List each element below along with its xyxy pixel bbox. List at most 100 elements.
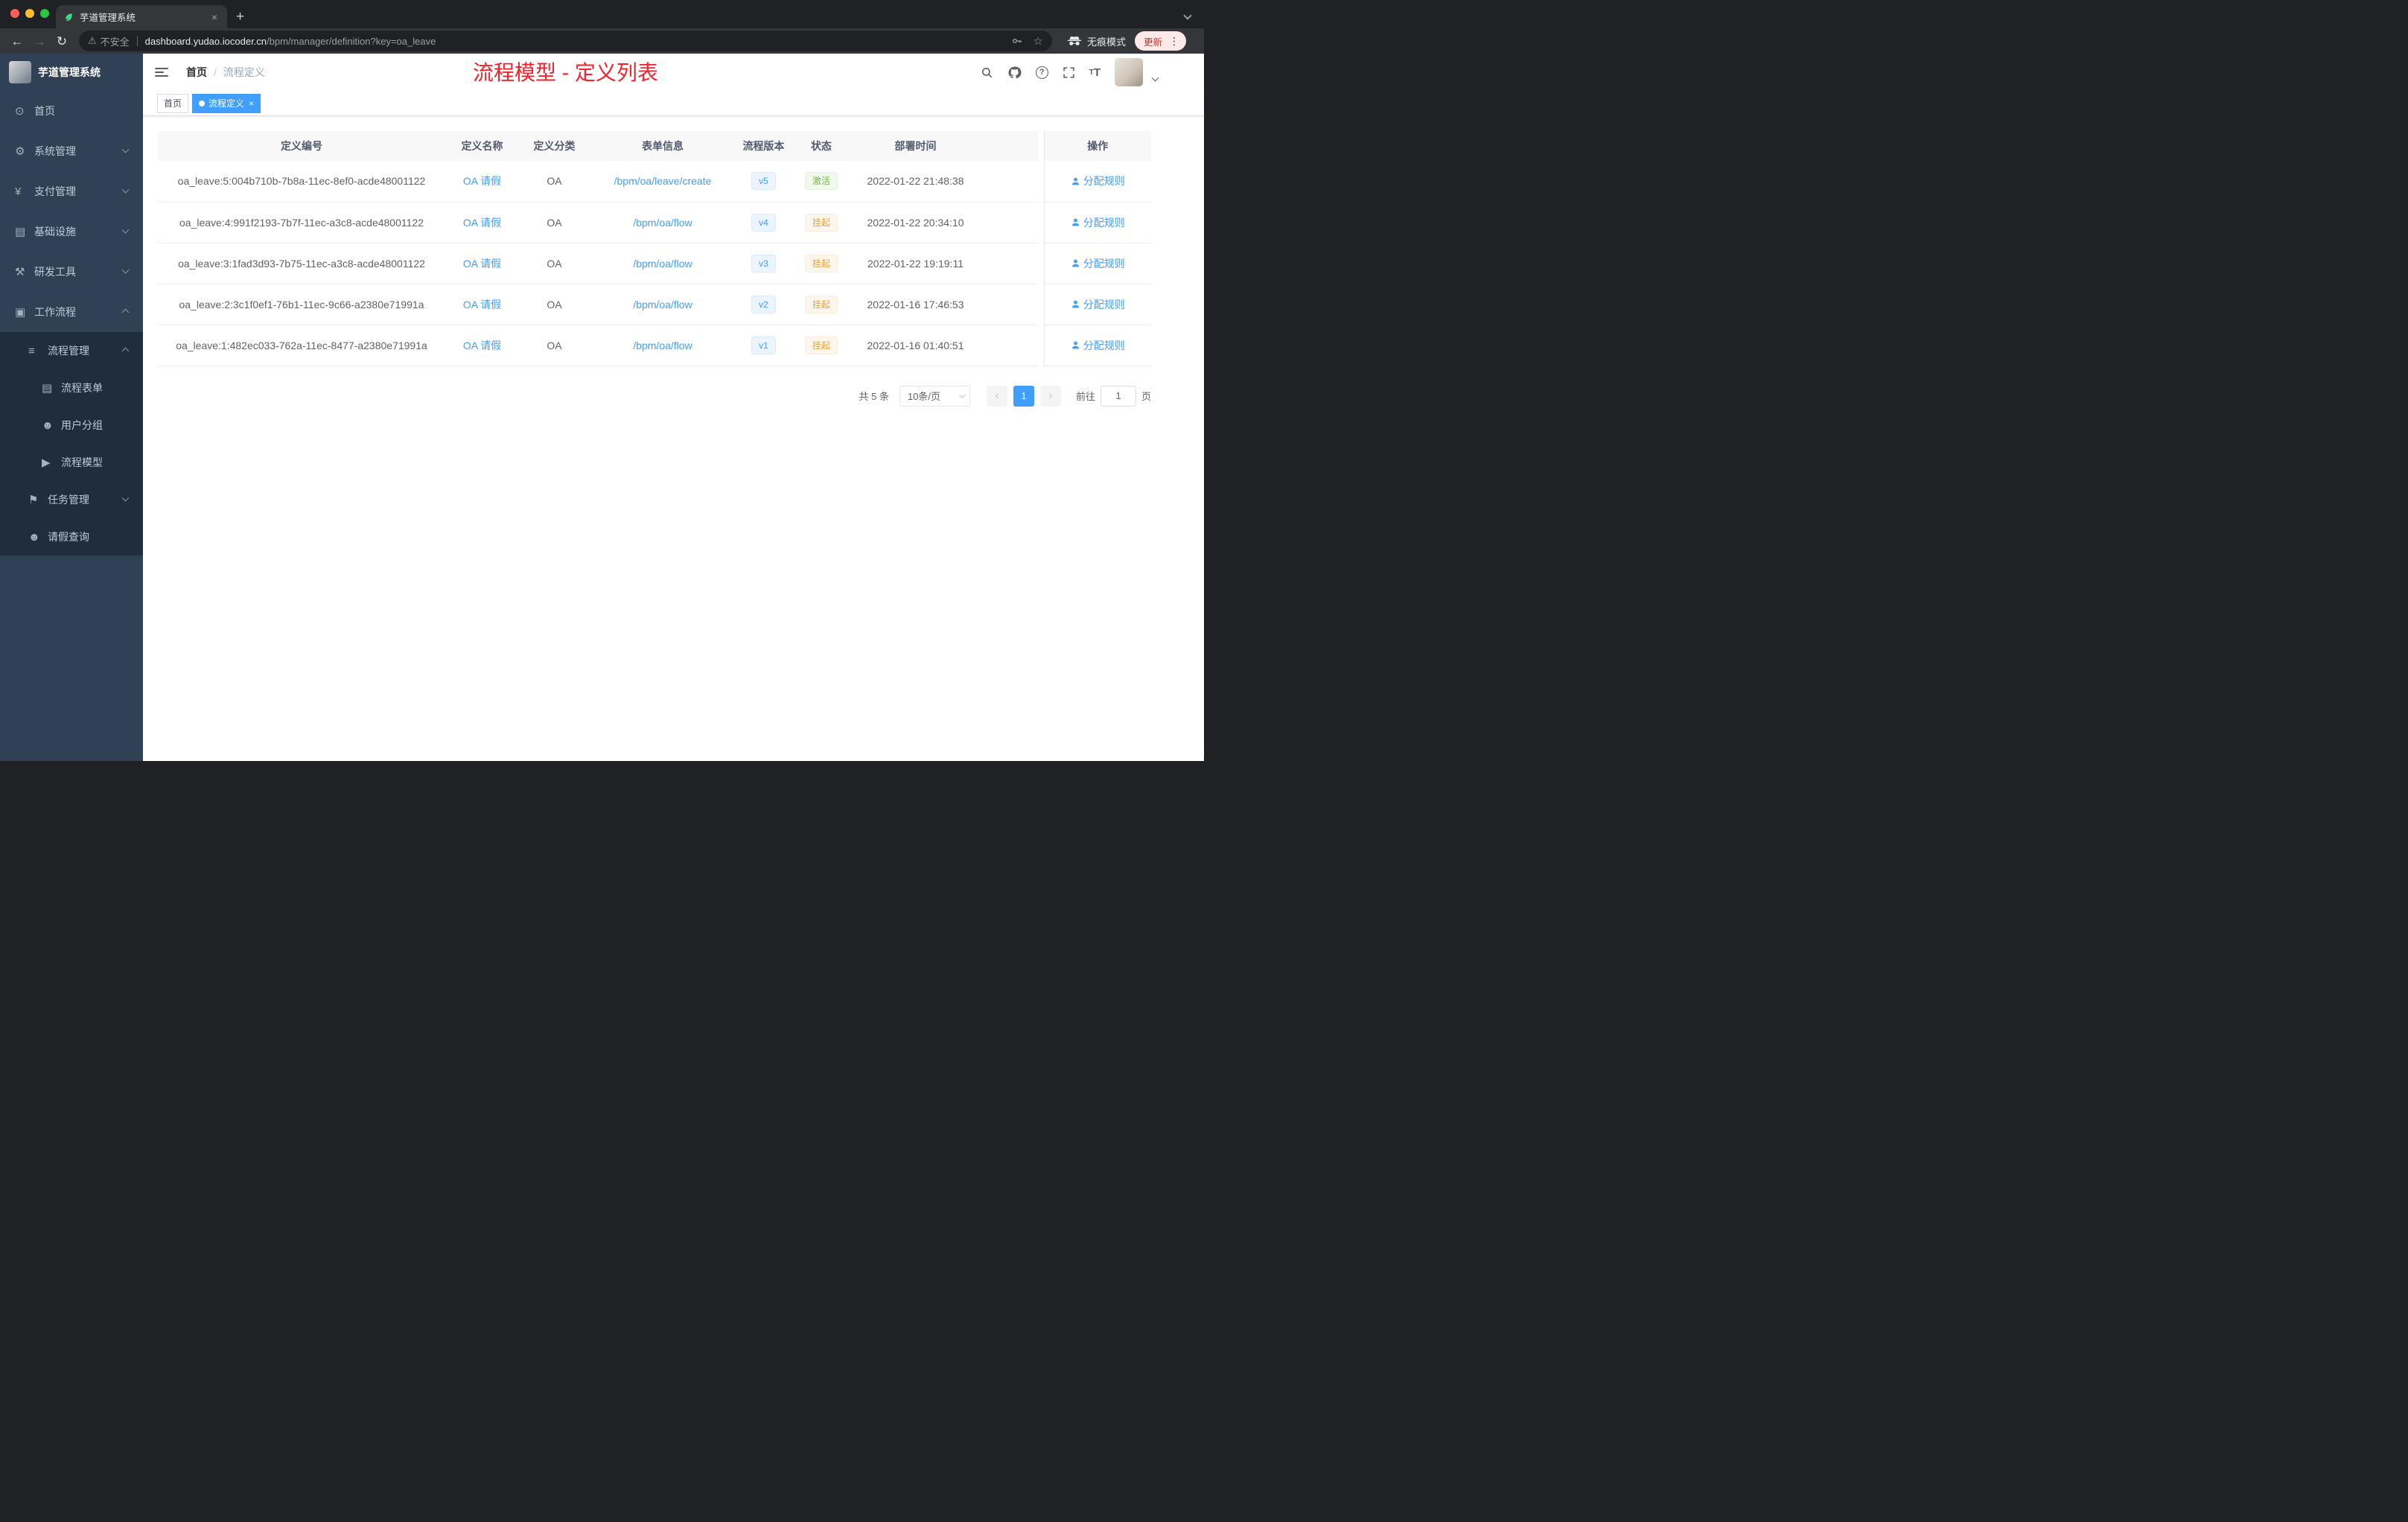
definition-name-link[interactable]: OA 请假 [463,258,501,270]
sidebar-item-user-group[interactable]: ☻ 用户分组 [0,407,143,444]
sidebar-item-payment[interactable]: ¥ 支付管理 [0,171,143,211]
chevron-up-icon [121,347,130,354]
tag-home[interactable]: 首页 [157,93,189,113]
logo-title: 芋道管理系统 [38,66,101,78]
sidebar-item-process-form[interactable]: ▤ 流程表单 [0,369,143,407]
browser-tab[interactable]: 芋道管理系统 × [56,5,227,28]
search-icon[interactable] [981,66,993,79]
person-icon [1071,177,1079,185]
pagination-total: 共 5 条 [859,391,889,402]
dashboard-icon: ⊙ [15,105,25,118]
deploy-time: 2022-01-16 01:40:51 [851,325,980,366]
reload-icon[interactable]: ↻ [51,35,73,48]
main-area: 首页 / 流程定义 流程模型 - 定义列表 ? T T 首页 流程定义 × 定义… [143,54,1204,761]
form-info-link[interactable]: /bpm/oa/leave/create [614,175,712,187]
col-definition-id: 定义编号 [158,131,445,161]
tag-close-icon[interactable]: × [249,98,254,109]
avatar[interactable] [1115,58,1143,86]
minimize-window-button[interactable] [25,9,34,18]
traffic-lights [10,9,49,18]
definition-name-link[interactable]: OA 请假 [463,299,501,311]
app-shell: 芋道管理系统 ⊙ 首页 ⚙ 系统管理 ¥ 支付管理 ▤ 基础设施 ⚒ 研发工具 … [0,54,1204,761]
form-info-link[interactable]: /bpm/oa/flow [633,299,692,311]
page-number-button[interactable]: 1 [1013,385,1034,407]
fixed-column-gap [1038,131,1044,161]
new-tab-button[interactable]: + [236,10,244,24]
back-icon[interactable]: ← [6,35,28,48]
next-page-button[interactable]: › [1039,385,1061,407]
password-key-icon[interactable] [1011,35,1023,47]
chrome-update-button[interactable]: 更新 ⋮ [1134,31,1186,51]
font-size-icon[interactable]: TT [1089,66,1101,79]
sidebar-item-infrastructure[interactable]: ▤ 基础设施 [0,211,143,252]
assign-rule-link[interactable]: 分配规则 [1071,338,1125,353]
flag-icon: ⚑ [28,494,39,506]
definition-category: OA [519,325,590,366]
bookmark-star-icon[interactable]: ☆ [1033,34,1043,48]
sidebar-item-task-manage[interactable]: ⚑ 任务管理 [0,481,143,518]
maximize-window-button[interactable] [40,9,49,18]
chevron-down-icon[interactable] [1183,11,1192,20]
sidebar-item-process-manage[interactable]: ≡ 流程管理 [0,332,143,369]
tag-process-definition[interactable]: 流程定义 × [192,93,261,113]
prev-page-button[interactable]: ‹ [986,385,1007,407]
navbar-tools: ? TT [981,58,1204,86]
person-icon: ☻ [28,530,40,544]
status-tag: 挂起 [804,336,838,354]
goto-page-input[interactable] [1100,385,1136,407]
deploy-time: 2022-01-22 20:34:10 [851,202,980,243]
gear-icon: ⚙ [15,145,25,158]
assign-rule-link[interactable]: 分配规则 [1071,297,1125,312]
form-info-link[interactable]: /bpm/oa/flow [633,217,692,229]
sidebar-item-workflow[interactable]: ▣ 工作流程 [0,292,143,332]
sidebar-item-leave-query[interactable]: ☻ 请假查询 [0,518,143,555]
sidebar-logo[interactable]: 芋道管理系统 [0,54,143,91]
security-label[interactable]: 不安全 [101,34,130,48]
yen-icon: ¥ [15,185,22,198]
breadcrumb-home[interactable]: 首页 [186,65,207,80]
definition-id: oa_leave:2:3c1f0ef1-76b1-11ec-9c66-a2380… [158,284,445,325]
sidebar-item-process-model[interactable]: ▶ 流程模型 [0,444,143,481]
sidebar: 芋道管理系统 ⊙ 首页 ⚙ 系统管理 ¥ 支付管理 ▤ 基础设施 ⚒ 研发工具 … [0,54,143,761]
chevron-down-icon[interactable] [1151,74,1159,81]
definition-name-link[interactable]: OA 请假 [463,217,501,229]
fullscreen-icon[interactable] [1063,66,1075,79]
assign-rule-link[interactable]: 分配规则 [1071,256,1125,271]
definition-name-link[interactable]: OA 请假 [463,340,501,351]
assign-rule-link[interactable]: 分配规则 [1071,173,1125,188]
active-dot [199,100,206,106]
deploy-time: 2022-01-22 21:48:38 [851,161,980,203]
form-info-link[interactable]: /bpm/oa/flow [633,340,692,351]
page-unit-label: 页 [1141,391,1151,402]
chevron-down-icon [121,145,130,153]
version-tag: v5 [751,172,776,191]
sidebar-item-home[interactable]: ⊙ 首页 [0,91,143,131]
close-window-button[interactable] [10,9,19,18]
definition-category: OA [519,202,590,243]
status-tag: 激活 [804,172,838,191]
definition-table: 定义编号 定义名称 定义分类 表单信息 流程版本 状态 部署时间 操作 oa_l… [158,131,1151,366]
workflow-icon: ▣ [15,306,26,319]
page-size-select[interactable]: 10条/页 [899,385,970,407]
form-info-link[interactable]: /bpm/oa/flow [633,258,692,270]
goto-label: 前往 [1075,391,1095,402]
assign-rule-link[interactable]: 分配规则 [1071,215,1125,230]
tab-close-icon[interactable]: × [209,11,220,23]
paper-plane-icon: ▶ [42,456,51,469]
sidebar-item-system[interactable]: ⚙ 系统管理 [0,131,143,171]
sidebar-item-devtools[interactable]: ⚒ 研发工具 [0,252,143,292]
hamburger-icon[interactable] [155,68,168,77]
browser-menu-dots-icon[interactable]: ⋮ [1167,35,1182,48]
breadcrumb-current: 流程定义 [223,66,265,78]
definition-category: OA [519,161,590,203]
version-tag: v3 [751,254,776,273]
address-bar[interactable]: ⚠ 不安全 dashboard.yudao.iocoder.cn /bpm/ma… [79,31,1052,51]
update-label[interactable]: 更新 [1144,34,1162,48]
github-icon[interactable] [1007,66,1022,80]
forward-icon[interactable]: → [28,35,51,48]
incognito-indicator: 无痕模式 [1067,34,1126,48]
col-form-info: 表单信息 [590,131,736,161]
help-icon[interactable]: ? [1035,66,1048,79]
definition-name-link[interactable]: OA 请假 [463,175,501,187]
table-row: oa_leave:4:991f2193-7b7f-11ec-a3c8-acde4… [158,202,1151,243]
